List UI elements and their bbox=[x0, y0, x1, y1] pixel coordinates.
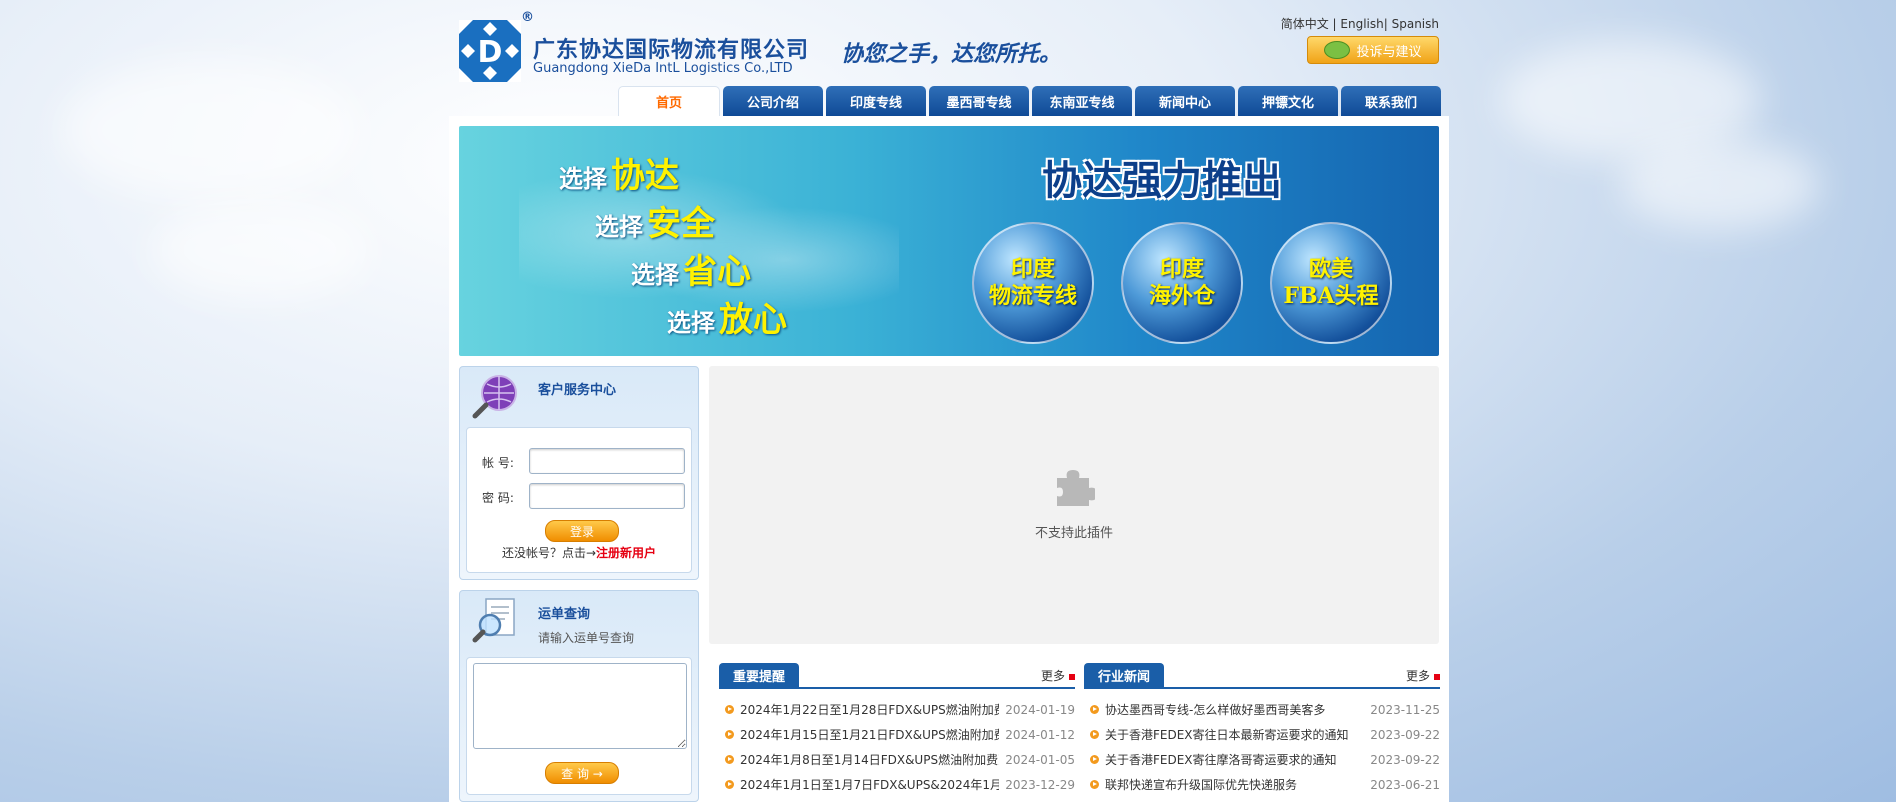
main-nav: 首页 公司介绍 印度专线 墨西哥专线 东南亚专线 新闻中心 押镖文化 联系我们 bbox=[618, 86, 1441, 116]
choose-line-1: 选择 协达 bbox=[559, 156, 679, 196]
list-item[interactable]: 2024年1月1日至1月7日FDX&UPS&2024年1月 2023-12-29 bbox=[719, 772, 1075, 797]
tab-escort-culture[interactable]: 押镖文化 bbox=[1238, 86, 1338, 116]
promo-banner[interactable]: 选择 协达 选择 安全 选择 省心 选择 放心 协达强力推出 印度 物流专线 印度 海外仓 … bbox=[459, 126, 1439, 356]
important-notices-title: 重要提醒 bbox=[719, 663, 800, 687]
lang-chinese[interactable]: 简体中文 bbox=[1281, 17, 1329, 31]
login-button[interactable]: 登录 bbox=[545, 520, 619, 542]
chat-bubble-icon bbox=[1324, 41, 1351, 59]
magnifier-globe-icon bbox=[472, 375, 517, 419]
tab-mexico-line[interactable]: 墨西哥专线 bbox=[929, 86, 1029, 116]
plugin-message: 不支持此插件 bbox=[1034, 526, 1113, 541]
globe-fba[interactable]: 欧美 FBA头程 bbox=[1270, 222, 1392, 344]
tab-southeast-asia-line[interactable]: 东南亚专线 bbox=[1032, 86, 1132, 116]
list-item[interactable]: 2024年1月15日至1月21日FDX&UPS燃油附加费 2024-01-12 bbox=[719, 722, 1075, 747]
bullet-arrow-icon bbox=[1090, 755, 1099, 764]
puzzle-piece-icon bbox=[1057, 470, 1095, 506]
tracking-title: 运单查询 bbox=[538, 607, 591, 622]
promo-title: 协达强力推出 bbox=[1042, 157, 1282, 204]
list-item[interactable]: 关于香港FEDEX寄往摩洛哥寄运要求的通知 2023-09-22 bbox=[1084, 747, 1440, 772]
list-item[interactable]: 协达墨西哥专线-怎么样做好墨西哥美客多 2023-11-25 bbox=[1084, 697, 1440, 722]
account-input[interactable] bbox=[529, 448, 685, 474]
password-label: 密 码: bbox=[482, 491, 514, 505]
account-label: 帐 号: bbox=[482, 456, 514, 470]
more-arrow-icon bbox=[1434, 673, 1440, 680]
list-item[interactable]: 2024年1月8日至1月14日FDX&UPS燃油附加费更 2024-01-05 bbox=[719, 747, 1075, 772]
choose-line-4: 选择 放心 bbox=[667, 300, 787, 340]
globe-india-line[interactable]: 印度 物流专线 bbox=[972, 222, 1094, 344]
password-input[interactable] bbox=[529, 483, 685, 509]
globe-india-warehouse[interactable]: 印度 海外仓 bbox=[1121, 222, 1243, 344]
complaint-label: 投诉与建议 bbox=[1356, 44, 1422, 60]
tab-news-center[interactable]: 新闻中心 bbox=[1135, 86, 1235, 116]
tracking-number-textarea[interactable] bbox=[473, 663, 687, 749]
list-item[interactable]: 2024年1月22日至1月28日FDX&UPS燃油附加费 2024-01-19 bbox=[719, 697, 1075, 722]
lang-english[interactable]: English bbox=[1340, 17, 1383, 31]
register-link[interactable]: 注册新用户 bbox=[596, 546, 656, 560]
complaint-button[interactable]: 投诉与建议 bbox=[1307, 36, 1439, 64]
list-item[interactable]: 联邦快递宣布升级国际优先快递服务 2023-06-21 bbox=[1084, 772, 1440, 797]
bullet-arrow-icon bbox=[725, 705, 734, 714]
bullet-arrow-icon bbox=[1090, 730, 1099, 739]
company-logo[interactable]: D bbox=[459, 20, 521, 82]
industry-news: 行业新闻 更多 协达墨西哥专线-怎么样做好墨西哥美客多 2023-11-25 关于… bbox=[1084, 663, 1440, 797]
registered-mark: ® bbox=[521, 10, 534, 25]
language-switcher: 简体中文 | English| Spanish bbox=[1280, 17, 1439, 31]
register-prompt: 还没帐号？点击→ bbox=[501, 546, 597, 560]
tab-about[interactable]: 公司介绍 bbox=[723, 86, 823, 116]
tab-home[interactable]: 首页 bbox=[618, 86, 720, 116]
list-item[interactable]: 关于香港FEDEX寄往日本最新寄运要求的通知 2023-09-22 bbox=[1084, 722, 1440, 747]
page-container: D ® 广东协达国际物流有限公司 Guangdong XieDa IntL Lo… bbox=[449, 0, 1449, 802]
tracking-box: 运单查询 请输入运单号查询 查 询 → bbox=[459, 590, 699, 802]
lang-spanish[interactable]: Spanish bbox=[1392, 17, 1439, 31]
industry-news-more[interactable]: 更多 bbox=[1406, 667, 1440, 684]
company-name-cn: 广东协达国际物流有限公司 bbox=[533, 38, 810, 63]
tab-india-line[interactable]: 印度专线 bbox=[826, 86, 926, 116]
document-search-icon bbox=[472, 598, 515, 643]
svg-text:D: D bbox=[478, 35, 503, 70]
bullet-arrow-icon bbox=[1090, 780, 1099, 789]
more-arrow-icon bbox=[1069, 673, 1075, 680]
choose-line-3: 选择 省心 bbox=[631, 252, 751, 292]
tracking-subtitle: 请输入运单号查询 bbox=[538, 631, 635, 645]
company-name-en: Guangdong XieDa IntL Logistics Co.,LTD bbox=[533, 61, 793, 76]
bullet-arrow-icon bbox=[725, 755, 734, 764]
important-notices-more[interactable]: 更多 bbox=[1041, 667, 1075, 684]
customer-service-title: 客户服务中心 bbox=[538, 383, 617, 398]
bullet-arrow-icon bbox=[1090, 705, 1099, 714]
bullet-arrow-icon bbox=[725, 780, 734, 789]
industry-news-title: 行业新闻 bbox=[1084, 663, 1165, 687]
customer-service-box: 客户服务中心 帐 号: 密 码: 登录 还没帐号？点击→注册新用户 bbox=[459, 366, 699, 580]
tab-contact[interactable]: 联系我们 bbox=[1341, 86, 1441, 116]
query-button[interactable]: 查 询 → bbox=[545, 762, 619, 784]
slogan: 协您之手，达您所托。 bbox=[841, 41, 1062, 67]
choose-line-2: 选择 安全 bbox=[595, 204, 715, 244]
plugin-placeholder: 不支持此插件 bbox=[709, 366, 1439, 644]
register-line: 还没帐号？点击→注册新用户 bbox=[467, 544, 691, 561]
important-notices: 重要提醒 更多 2024年1月22日至1月28日FDX&UPS燃油附加费 2024… bbox=[719, 663, 1075, 797]
bullet-arrow-icon bbox=[725, 730, 734, 739]
